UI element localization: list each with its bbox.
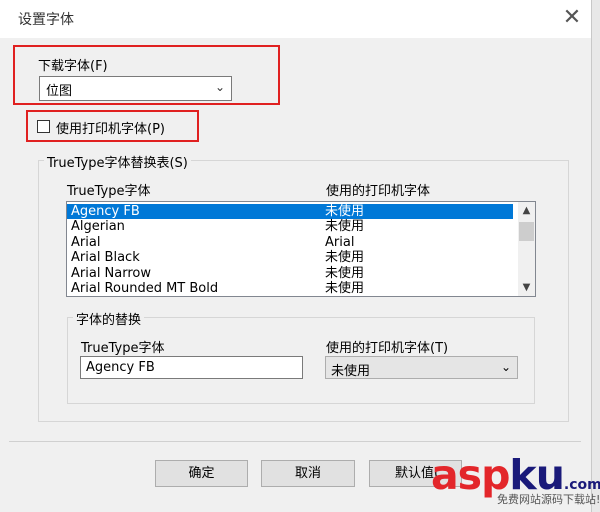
use-printer-font-label[interactable]: 使用打印机字体(P) [56,118,165,137]
use-printer-font-checkbox[interactable] [37,120,50,133]
download-font-value: 位图 [46,84,73,99]
window-title: 设置字体 [18,12,74,28]
chevron-down-icon: ⌄ [214,80,225,94]
list-scrollbar[interactable]: ▲ ▼ [518,202,535,296]
watermark-tagline: 免费网站源码下载站! [497,493,600,506]
ok-button[interactable]: 确定 [155,460,248,487]
printer-font-dropdown[interactable]: 未使用 ⌄ [325,356,518,379]
download-font-label: 下载字体(F) [38,59,108,74]
cancel-button[interactable]: 取消 [261,460,355,487]
font-replace-title: 字体的替换 [73,309,145,328]
close-icon[interactable]: ✕ [556,3,588,33]
scroll-down-icon[interactable]: ▼ [518,279,535,296]
list-item[interactable]: Algerian 未使用 [67,219,513,234]
list-item[interactable]: Arial Narrow 未使用 [67,266,513,281]
truetype-font-label: TrueType字体 [81,341,165,356]
substitution-table-title: TrueType字体替换表(S) [44,152,191,171]
font-substitution-list[interactable]: Agency FB 未使用 Algerian 未使用 Arial Arial A… [66,201,536,297]
list-item[interactable]: Arial Arial [67,235,513,250]
list-item[interactable]: Arial Rounded MT Bold 未使用 [67,281,513,296]
list-item[interactable]: Agency FB 未使用 [67,204,513,219]
list-item[interactable]: Arial Black 未使用 [67,250,513,265]
title-bar: 设置字体 ✕ [0,0,600,38]
column-header-truetype: TrueType字体 [67,184,151,199]
column-header-printer-font: 使用的打印机字体 [326,184,431,199]
scroll-thumb[interactable] [519,222,534,241]
background-window-edge [591,0,600,512]
chevron-down-icon: ⌄ [500,360,511,374]
divider [9,441,581,442]
printer-font-label: 使用的打印机字体(T) [326,341,449,356]
scroll-up-icon[interactable]: ▲ [518,202,535,219]
download-font-dropdown[interactable]: 位图 ⌄ [39,76,232,101]
truetype-font-field[interactable]: Agency FB [80,356,303,379]
